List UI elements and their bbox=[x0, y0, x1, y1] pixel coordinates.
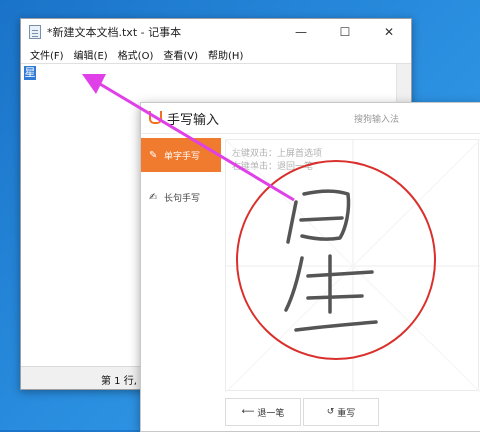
notepad-titlebar: *新建文本文档.txt - 记事本 — ☐ ✕ bbox=[21, 19, 411, 45]
notepad-menubar: 文件(F) 编辑(E) 格式(O) 查看(V) 帮助(H) bbox=[21, 45, 411, 63]
mode-single-label: 单字手写 bbox=[164, 151, 201, 162]
menu-help[interactable]: 帮助(H) bbox=[203, 45, 248, 63]
mode-long-sentence[interactable]: ✍ 长句手写 bbox=[141, 180, 221, 214]
sogou-logo-icon bbox=[149, 111, 162, 124]
stroke-1 bbox=[286, 200, 298, 244]
handwritten-character bbox=[284, 189, 378, 332]
notepad-icon bbox=[29, 25, 41, 39]
stroke-7 bbox=[306, 294, 364, 300]
pen-icon: ✎ bbox=[149, 149, 158, 161]
handwriting-title: 手写输入 bbox=[167, 113, 220, 128]
writing-pad[interactable]: 左键双击：上屏首选项 右键单击：退回一笔 bbox=[225, 139, 480, 392]
menu-format[interactable]: 格式(O) bbox=[113, 45, 159, 63]
pad-toolbar: ⟵ 退一笔 ↺ 重写 bbox=[225, 395, 479, 427]
multi-pen-icon: ✍ bbox=[149, 191, 158, 203]
notepad-title: *新建文本文档.txt - 记事本 bbox=[47, 26, 182, 39]
mode-single-char[interactable]: ✎ 单字手写 bbox=[141, 138, 221, 172]
stroke-3 bbox=[299, 216, 344, 222]
menu-view[interactable]: 查看(V) bbox=[158, 45, 203, 63]
stroke-8 bbox=[294, 320, 378, 332]
menu-edit[interactable]: 编辑(E) bbox=[69, 45, 113, 63]
pad-strokes bbox=[226, 140, 480, 392]
ime-link[interactable]: 搜狗输入法 bbox=[354, 112, 399, 125]
rewrite-button[interactable]: ↺ 重写 bbox=[303, 398, 379, 426]
mode-long-label: 长句手写 bbox=[164, 193, 201, 204]
handwriting-panel: 手写输入 搜狗输入法 ✎ 单字手写 ✍ 长句手写 左键双击：上屏首选项 右键单击… bbox=[140, 102, 480, 432]
menu-file[interactable]: 文件(F) bbox=[25, 45, 69, 63]
window-controls: — ☐ ✕ bbox=[279, 19, 411, 45]
minimize-button[interactable]: — bbox=[279, 19, 323, 45]
rewrite-label: 重写 bbox=[337, 408, 356, 419]
stroke-2 bbox=[300, 189, 351, 241]
undo-icon: ⟵ bbox=[241, 407, 258, 417]
undo-stroke-button[interactable]: ⟵ 退一笔 bbox=[225, 398, 301, 426]
refresh-icon: ↺ bbox=[326, 407, 338, 417]
undo-label: 退一笔 bbox=[257, 408, 285, 419]
close-button[interactable]: ✕ bbox=[367, 19, 411, 45]
maximize-button[interactable]: ☐ bbox=[323, 19, 367, 45]
selected-text[interactable]: 星 bbox=[24, 66, 36, 80]
mode-sidebar: ✎ 单字手写 ✍ 长句手写 bbox=[141, 134, 221, 431]
handwriting-header: 手写输入 搜狗输入法 bbox=[141, 103, 480, 134]
